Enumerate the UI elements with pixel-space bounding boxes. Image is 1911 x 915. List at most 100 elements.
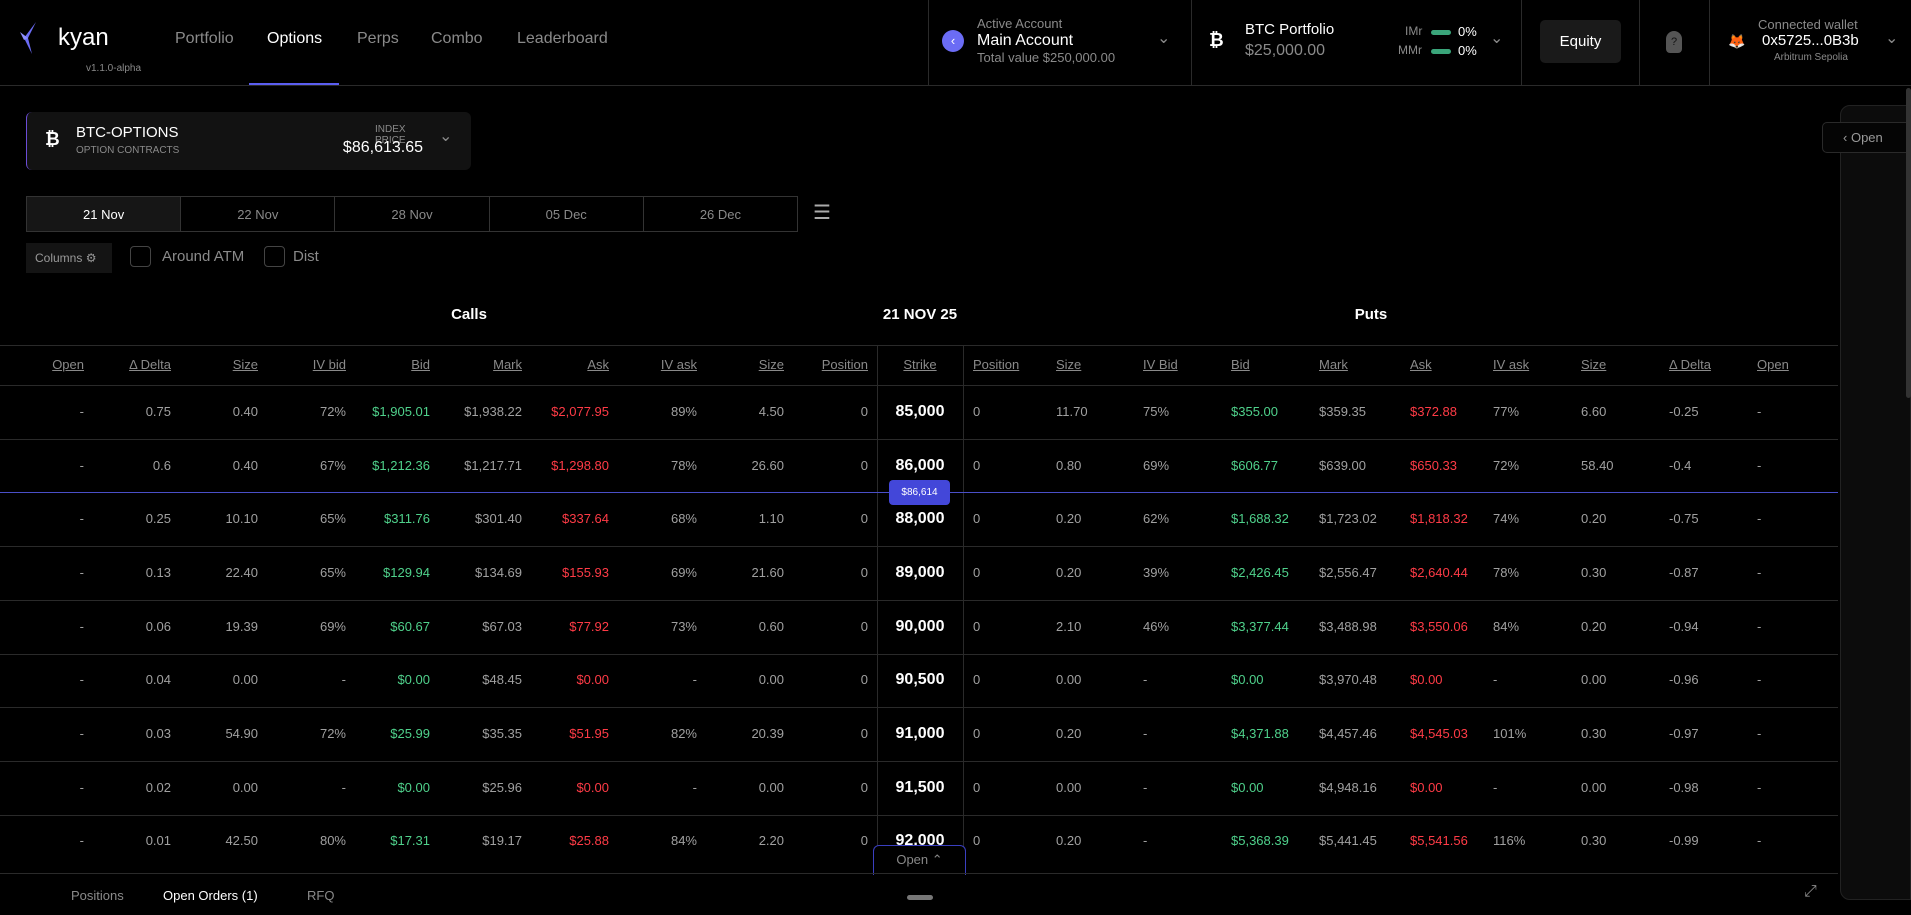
tab-positions[interactable]: Positions xyxy=(71,888,124,903)
put-delta-cell: -0.75 xyxy=(1669,511,1699,526)
call-delta-cell: 0.06 xyxy=(145,619,171,634)
call-header-mark[interactable]: Mark xyxy=(493,357,522,372)
call-iv-bid-cell: - xyxy=(341,780,346,795)
put-header-delta[interactable]: Δ Delta xyxy=(1669,357,1711,372)
put-iv-ask-cell: 84% xyxy=(1493,619,1520,634)
call-header-size[interactable]: Size xyxy=(759,357,784,372)
call-ask-cell[interactable]: $0.00 xyxy=(576,672,609,687)
put-header-iv-ask[interactable]: IV ask xyxy=(1493,357,1529,372)
expand-icon[interactable]: ⤢ xyxy=(1804,883,1817,901)
put-header-iv-bid[interactable]: IV Bid xyxy=(1143,357,1178,372)
call-bid-cell[interactable]: $1,212.36 xyxy=(372,458,430,473)
put-iv-bid-cell: 75% xyxy=(1143,404,1170,419)
put-bid-cell[interactable]: $5,368.39 xyxy=(1231,833,1289,848)
put-bid-cell[interactable]: $4,371.88 xyxy=(1231,726,1289,741)
open-panel-toggle[interactable]: Open ⌃ xyxy=(873,845,966,875)
put-ask-cell[interactable]: $0.00 xyxy=(1410,672,1443,687)
put-header-size[interactable]: Size xyxy=(1581,357,1606,372)
row-divider xyxy=(0,707,1838,708)
put-bid-cell[interactable]: $606.77 xyxy=(1231,458,1278,473)
put-header-ask[interactable]: Ask xyxy=(1410,357,1432,372)
call-mark-cell: $19.17 xyxy=(482,833,522,848)
call-mark-cell: $25.96 xyxy=(482,780,522,795)
call-ask-cell[interactable]: $1,298.80 xyxy=(551,458,609,473)
call-ask-cell[interactable]: $77.92 xyxy=(569,619,609,634)
call-mark-cell: $301.40 xyxy=(475,511,522,526)
put-ask-cell[interactable]: $2,640.44 xyxy=(1410,565,1468,580)
put-bid-cell[interactable]: $3,377.44 xyxy=(1231,619,1289,634)
put-header-bid[interactable]: Bid xyxy=(1231,357,1250,372)
call-bid-cell[interactable]: $0.00 xyxy=(397,672,430,687)
call-ask-cell[interactable]: $51.95 xyxy=(569,726,609,741)
put-ask-cell[interactable]: $372.88 xyxy=(1410,404,1457,419)
put-ask-cell[interactable]: $3,550.06 xyxy=(1410,619,1468,634)
strike-divider-right xyxy=(963,345,964,872)
call-size-cell: 22.40 xyxy=(225,565,258,580)
call-header-bid[interactable]: Bid xyxy=(411,357,430,372)
put-ask-cell[interactable]: $0.00 xyxy=(1410,780,1443,795)
put-mark-cell: $1,723.02 xyxy=(1319,511,1377,526)
call-ask-cell[interactable]: $2,077.95 xyxy=(551,404,609,419)
call-header-iv-bid[interactable]: IV bid xyxy=(313,357,346,372)
strike-cell: 88,000 xyxy=(895,510,945,527)
put-bid-cell[interactable]: $0.00 xyxy=(1231,672,1264,687)
call-size-cell: 54.90 xyxy=(225,726,258,741)
put-open-cell: - xyxy=(1757,565,1762,580)
put-ask-cell[interactable]: $5,541.56 xyxy=(1410,833,1468,848)
put-header-mark[interactable]: Mark xyxy=(1319,357,1348,372)
call-header-delta[interactable]: Δ Delta xyxy=(129,357,171,372)
call-open-cell: - xyxy=(79,833,84,848)
put-ask-cell[interactable]: $650.33 xyxy=(1410,458,1457,473)
put-header-size[interactable]: Size xyxy=(1056,357,1081,372)
call-iv-ask-cell: 89% xyxy=(670,404,697,419)
call-size-cell: 0.00 xyxy=(232,780,258,795)
call-bid-cell[interactable]: $0.00 xyxy=(397,780,430,795)
call-ask-cell[interactable]: $25.88 xyxy=(569,833,609,848)
call-header-iv-ask[interactable]: IV ask xyxy=(661,357,697,372)
call-bid-cell[interactable]: $60.67 xyxy=(390,619,430,634)
put-open-cell: - xyxy=(1757,833,1762,848)
put-bid-cell[interactable]: $355.00 xyxy=(1231,404,1278,419)
put-bid-cell[interactable]: $0.00 xyxy=(1231,780,1264,795)
call-header-open[interactable]: Open xyxy=(52,357,84,372)
call-bid-cell[interactable]: $1,905.01 xyxy=(372,404,430,419)
call-iv-ask-cell: 84% xyxy=(670,833,697,848)
put-header-open[interactable]: Open xyxy=(1757,357,1789,372)
put-header-position[interactable]: Position xyxy=(973,357,1019,372)
side-panel-open-button[interactable]: ‹ Open xyxy=(1822,122,1911,153)
put-position-cell: 0 xyxy=(973,511,981,526)
put-ask-cell[interactable]: $4,545.03 xyxy=(1410,726,1468,741)
put-open-cell: - xyxy=(1757,619,1762,634)
put-ask-cell[interactable]: $1,818.32 xyxy=(1410,511,1468,526)
call-bid-cell[interactable]: $129.94 xyxy=(383,565,430,580)
call-ask-cell[interactable]: $337.64 xyxy=(562,511,609,526)
call-header-position[interactable]: Position xyxy=(822,357,868,372)
call-iv-bid-cell: 80% xyxy=(319,833,346,848)
tab-rfq[interactable]: RFQ xyxy=(307,888,334,903)
call-bid-cell[interactable]: $17.31 xyxy=(390,833,430,848)
call-ask-cell[interactable]: $0.00 xyxy=(576,780,609,795)
call-iv-ask-cell: 73% xyxy=(670,619,697,634)
put-size-cell: 0.00 xyxy=(1056,672,1082,687)
resize-handle[interactable] xyxy=(907,895,933,900)
strike-header[interactable]: Strike xyxy=(903,357,936,372)
strike-divider-left xyxy=(877,345,878,872)
put-mark-cell: $2,556.47 xyxy=(1319,565,1377,580)
call-bid-cell[interactable]: $311.76 xyxy=(384,511,430,526)
put-bid-cell[interactable]: $1,688.32 xyxy=(1231,511,1289,526)
put-delta-cell: -0.25 xyxy=(1669,404,1699,419)
call-position-cell: 0 xyxy=(860,619,868,634)
page-scrollbar[interactable] xyxy=(1906,88,1911,398)
call-header-size[interactable]: Size xyxy=(233,357,258,372)
call-header-ask[interactable]: Ask xyxy=(587,357,609,372)
tab-open-orders[interactable]: Open Orders (1) xyxy=(163,888,258,903)
call-ask-cell[interactable]: $155.93 xyxy=(562,565,609,580)
call-open-cell: - xyxy=(79,672,84,687)
call-size-cell: 10.10 xyxy=(225,511,258,526)
strike-cell: 90,000 xyxy=(895,618,945,635)
call-bid-cell[interactable]: $25.99 xyxy=(390,726,430,741)
call-delta-cell: 0.04 xyxy=(145,672,171,687)
put-bid-cell[interactable]: $2,426.45 xyxy=(1231,565,1289,580)
put-size-cell: 11.70 xyxy=(1056,404,1088,419)
put-size-cell: 0.20 xyxy=(1581,619,1607,634)
